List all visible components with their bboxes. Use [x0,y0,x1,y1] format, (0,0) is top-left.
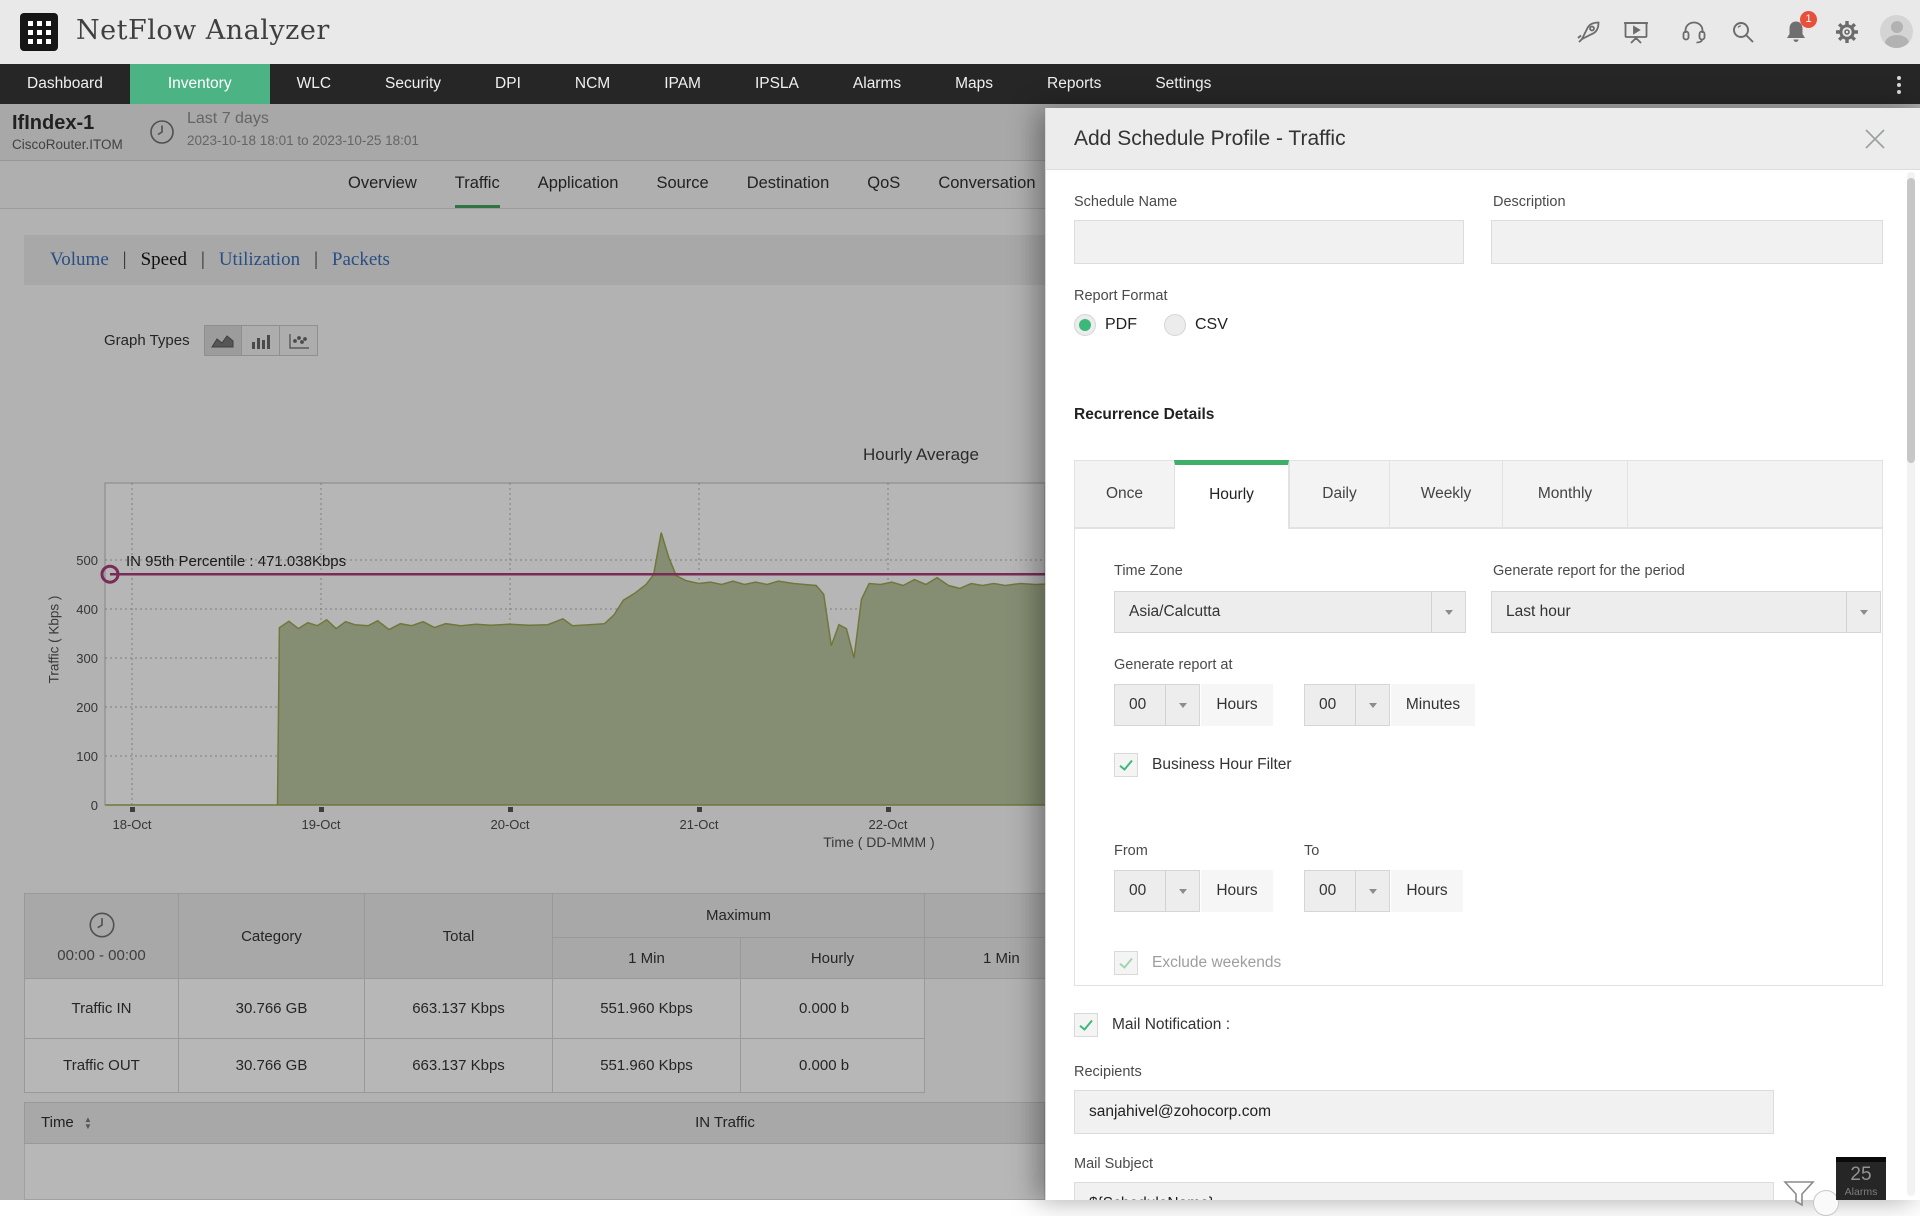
nav-item-reports[interactable]: Reports [1020,64,1128,104]
pdf-radio[interactable]: PDF [1074,314,1137,336]
from-unit-label: Hours [1201,870,1273,912]
tab-monthly[interactable]: Monthly [1502,460,1627,528]
business-hour-checkbox[interactable] [1114,753,1138,777]
user-avatar[interactable] [1880,15,1913,48]
modal-title: Add Schedule Profile - Traffic [1074,127,1346,150]
nav-item-ncm[interactable]: NCM [548,64,637,104]
csv-radio-label: CSV [1195,316,1228,333]
description-label: Description [1493,194,1566,210]
tab-once[interactable]: Once [1074,460,1174,528]
support-headset-icon[interactable] [1680,18,1708,46]
from-label: From [1114,843,1148,859]
app-title: NetFlow Analyzer [76,15,330,46]
chevron-down-icon [1355,685,1389,725]
nav-item-ipam[interactable]: IPAM [637,64,728,104]
avatar-head-shape [1890,21,1903,33]
nav-item-alarms[interactable]: Alarms [826,64,928,104]
alarms-badge-strip [1836,1157,1886,1162]
recipients-label: Recipients [1074,1064,1142,1080]
minutes-select[interactable]: 00 [1304,684,1390,726]
from-value: 00 [1129,882,1147,899]
timezone-value: Asia/Calcutta [1129,603,1221,620]
close-icon[interactable] [1861,125,1889,153]
alarms-caption: Alarms [1844,1186,1878,1198]
radio-circle [1164,314,1186,336]
getting-started-rocket-icon[interactable] [1575,18,1603,46]
chevron-down-icon [1846,592,1880,632]
checkmark-icon [1079,1019,1093,1031]
to-value: 00 [1319,882,1337,899]
avatar-body-shape [1884,35,1909,48]
timezone-label: Time Zone [1114,563,1183,579]
nav-item-dashboard[interactable]: Dashboard [0,64,130,104]
tab-hourly[interactable]: Hourly [1174,460,1289,529]
modal-titlebar: Add Schedule Profile - Traffic [1046,108,1920,170]
nav-item-inventory[interactable]: Inventory [129,64,270,104]
tab-daily[interactable]: Daily [1289,460,1389,528]
exclude-weekends-label: Exclude weekends [1152,954,1282,971]
mail-notification-label: Mail Notification : [1112,1016,1231,1033]
chevron-down-icon [1355,871,1389,911]
report-format-label: Report Format [1074,288,1168,304]
chevron-down-icon [1165,871,1199,911]
minutes-unit-label: Minutes [1391,684,1475,726]
nav-item-settings[interactable]: Settings [1128,64,1238,104]
nav-item-security[interactable]: Security [358,64,468,104]
generate-at-label: Generate report at [1114,657,1233,673]
notification-count-badge: 1 [1800,11,1817,28]
filter-funnel-icon[interactable] [1783,1180,1815,1208]
hours-unit-label: Hours [1201,684,1273,726]
demo-presentation-icon[interactable] [1622,18,1650,46]
checkmark-icon [1119,759,1133,771]
minutes-value: 00 [1319,696,1337,713]
alarms-badge[interactable]: 25 Alarms [1836,1157,1886,1200]
add-schedule-modal: Add Schedule Profile - Traffic Schedule … [1045,108,1920,1200]
timezone-select[interactable]: Asia/Calcutta [1114,591,1466,633]
nav-item-maps[interactable]: Maps [928,64,1020,104]
nav-item-dpi[interactable]: DPI [468,64,548,104]
to-unit-label: Hours [1391,870,1463,912]
recurrence-tabs: Once Hourly Daily Weekly Monthly [1074,460,1883,529]
checkmark-icon [1119,957,1133,969]
period-value: Last hour [1506,603,1571,620]
tab-weekly[interactable]: Weekly [1389,460,1502,528]
main-nav: Dashboard Inventory WLC Security DPI NCM… [0,64,1920,104]
nav-item-wlc[interactable]: WLC [270,64,358,104]
radio-circle [1074,314,1096,336]
mail-notification-checkbox[interactable] [1074,1013,1098,1037]
period-select[interactable]: Last hour [1491,591,1881,633]
apps-grid-icon[interactable] [20,13,58,51]
modal-scrollbar[interactable] [1907,172,1915,1196]
top-header-bar: NetFlow Analyzer 1 [0,0,1920,64]
alarms-count: 25 [1850,1164,1872,1185]
from-hours-select[interactable]: 00 [1114,870,1200,912]
exclude-weekends-checkbox[interactable] [1114,951,1138,975]
pdf-radio-label: PDF [1105,316,1137,333]
to-label: To [1304,843,1320,859]
recurrence-details-heading: Recurrence Details [1074,406,1215,423]
nav-item-ipsla[interactable]: IPSLA [728,64,826,104]
scrollbar-thumb[interactable] [1907,178,1915,463]
to-hours-select[interactable]: 00 [1304,870,1390,912]
schedule-name-label: Schedule Name [1074,194,1178,210]
description-input[interactable] [1491,220,1883,264]
hours-value: 00 [1129,696,1147,713]
hours-select[interactable]: 00 [1114,684,1200,726]
period-label: Generate report for the period [1493,563,1685,579]
chevron-down-icon [1165,685,1199,725]
tab-strip-filler [1627,460,1883,528]
recipients-input[interactable]: sanjahivel@zohocorp.com [1074,1090,1774,1134]
csv-radio[interactable]: CSV [1164,314,1228,336]
mail-subject-input[interactable]: ${ScheduleName} [1074,1182,1774,1200]
search-icon[interactable] [1729,18,1757,46]
settings-gear-icon[interactable] [1833,18,1861,46]
schedule-name-input[interactable] [1074,220,1464,264]
nav-overflow-kebab-icon[interactable] [1890,73,1908,95]
business-hour-label: Business Hour Filter [1152,756,1292,773]
notifications-bell-icon[interactable]: 1 [1782,11,1817,46]
chevron-down-icon [1431,592,1465,632]
mail-subject-label: Mail Subject [1074,1156,1153,1172]
